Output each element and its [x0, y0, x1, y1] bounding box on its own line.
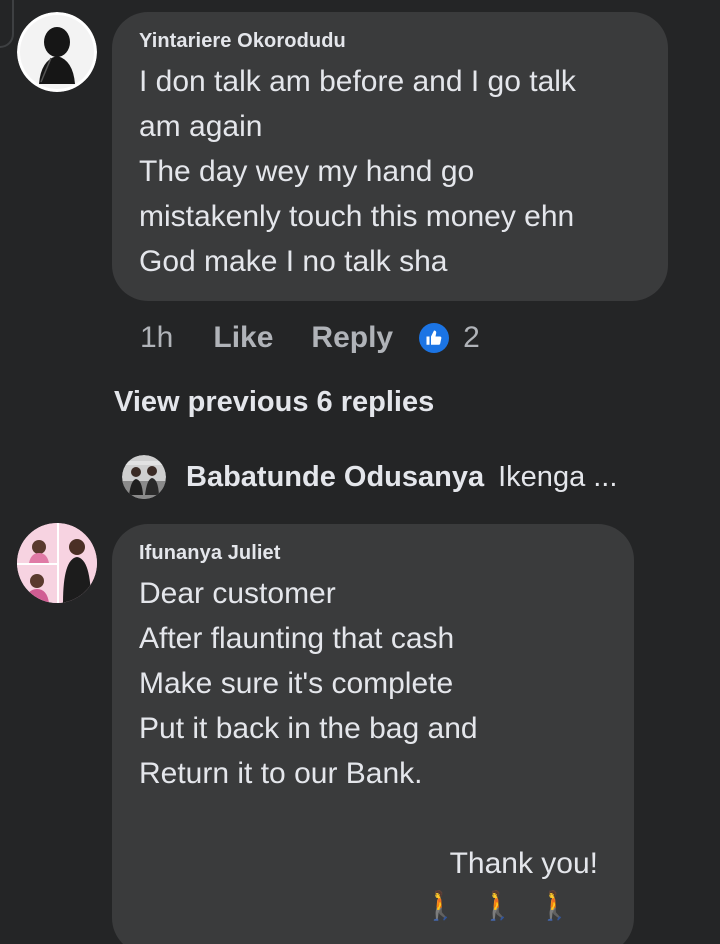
- comment-text-line: Put it back in the bag and: [139, 712, 478, 745]
- comment-text-line: Make sure it's complete: [139, 667, 454, 700]
- comment-bubble-2: Ifunanya Juliet Dear customer After flau…: [112, 524, 634, 944]
- comment-timestamp[interactable]: 1h: [140, 321, 173, 355]
- comment-sign-off: Thank you!: [449, 847, 598, 880]
- reaction-count[interactable]: 2: [463, 321, 480, 355]
- comment-thread: Yintariere Okorodudu I don talk am befor…: [0, 0, 720, 944]
- comment-text-line: The day wey my hand go: [139, 155, 475, 188]
- comment-bubble-1: Yintariere Okorodudu I don talk am befor…: [112, 12, 668, 301]
- like-button[interactable]: Like: [213, 321, 273, 355]
- walking-person-icon: 🚶🚶🚶: [423, 890, 594, 921]
- comment-author[interactable]: Yintariere Okorodudu: [139, 30, 668, 53]
- comment-text-line: Dear customer: [139, 577, 336, 610]
- comment-text-line: God make I no talk sha: [139, 245, 448, 278]
- avatar-ifunanya[interactable]: [17, 523, 97, 603]
- reply-preview-author[interactable]: Babatunde Odusanya: [186, 461, 484, 494]
- avatar-babatunde[interactable]: [122, 455, 166, 499]
- reply-button[interactable]: Reply: [311, 321, 393, 355]
- comment-text-line: mistakenly touch this money ehn: [139, 200, 575, 233]
- comment-actions: 1h Like Reply 2: [140, 316, 480, 360]
- view-previous-replies-link[interactable]: View previous 6 replies: [114, 386, 434, 419]
- thumbs-up-icon[interactable]: [419, 323, 450, 353]
- comment-author[interactable]: Ifunanya Juliet: [139, 542, 634, 565]
- reply-preview-text: Ikenga ...: [498, 460, 618, 493]
- comment-text-line: I don talk am before and I go talk: [139, 65, 576, 98]
- avatar-yintariere[interactable]: [17, 12, 97, 92]
- reply-preview[interactable]: Babatunde Odusanya Ikenga ...: [122, 452, 617, 502]
- comment-text-line: Return it to our Bank.: [139, 757, 423, 790]
- comment-text-line: am again: [139, 110, 263, 143]
- comment-text-line: After flaunting that cash: [139, 622, 455, 655]
- thread-connector-line: [0, 0, 14, 48]
